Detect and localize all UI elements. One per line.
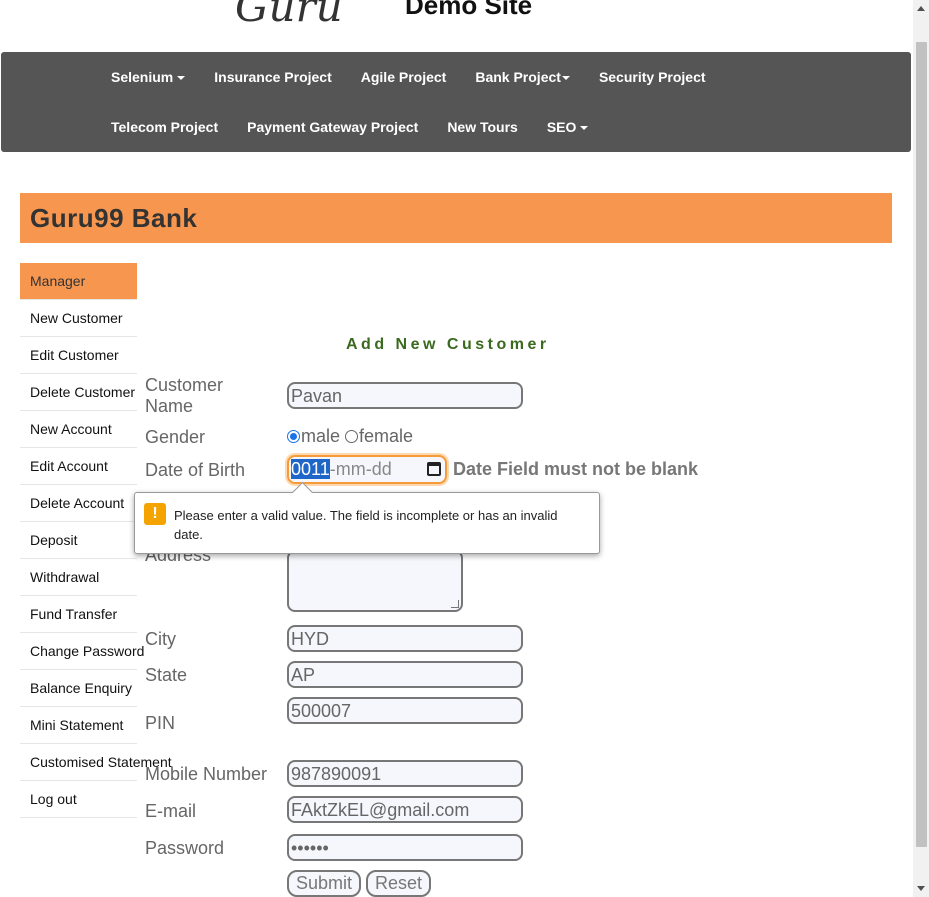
gender-radio-group: male female xyxy=(287,426,413,447)
city-input[interactable]: HYD xyxy=(287,625,523,652)
sidebar-item-balance-enquiry[interactable]: Balance Enquiry xyxy=(20,670,137,707)
gender-male-radio[interactable] xyxy=(287,430,300,443)
page-title: Guru99 Bank xyxy=(30,203,198,233)
email-input[interactable]: FAktZkEL@gmail.com xyxy=(287,796,523,823)
chevron-down-icon xyxy=(561,76,570,81)
nav-seo[interactable]: SEO xyxy=(547,119,604,135)
nav-insurance-project[interactable]: Insurance Project xyxy=(214,69,347,85)
vertical-scrollbar[interactable] xyxy=(913,0,929,897)
gender-female-radio[interactable] xyxy=(345,430,359,443)
sidebar-item-edit-account[interactable]: Edit Account xyxy=(20,448,137,485)
customer-name-input[interactable]: Pavan xyxy=(287,382,523,409)
sidebar-item-deposit[interactable]: Deposit xyxy=(20,522,137,559)
site-title: Demo Site xyxy=(405,0,533,20)
reset-button[interactable]: Reset xyxy=(366,870,431,897)
dob-date-input[interactable]: 0011-mm-dd xyxy=(287,455,447,484)
nav-telecom-project[interactable]: Telecom Project xyxy=(111,119,233,135)
sidebar-item-log-out[interactable]: Log out xyxy=(20,781,137,818)
validation-tooltip-text: Please enter a valid value. The field is… xyxy=(174,508,558,542)
state-input[interactable]: AP xyxy=(287,661,523,688)
chevron-down-icon xyxy=(580,126,589,131)
submit-button[interactable]: Submit xyxy=(287,870,361,897)
email-label: E-mail xyxy=(145,801,197,821)
sidebar-item-withdrawal[interactable]: Withdrawal xyxy=(20,559,137,596)
sidebar-item-mini-statement[interactable]: Mini Statement xyxy=(20,707,137,744)
sidebar-item-edit-customer[interactable]: Edit Customer xyxy=(20,337,137,374)
sidebar-item-new-customer[interactable]: New Customer xyxy=(20,300,137,337)
scroll-up-arrow-icon[interactable] xyxy=(917,6,925,11)
dob-label: Date of Birth xyxy=(145,460,246,480)
password-label: Password xyxy=(145,838,225,858)
dob-error-message: Date Field must not be blank xyxy=(453,459,699,479)
customer-name-label: Customer Name xyxy=(145,375,224,416)
pin-input[interactable]: 500007 xyxy=(287,697,523,724)
nav-selenium[interactable]: Selenium xyxy=(111,69,200,85)
dob-year-segment[interactable]: 0011 xyxy=(291,459,330,479)
chevron-down-icon xyxy=(177,76,186,81)
gender-female-label: female xyxy=(359,426,414,446)
mobile-number-input[interactable]: 987890091 xyxy=(287,760,523,787)
sidebar-item-delete-customer[interactable]: Delete Customer xyxy=(20,374,137,411)
scroll-down-arrow-icon[interactable] xyxy=(917,886,925,891)
dob-month-day-segment[interactable]: -mm-dd xyxy=(330,459,392,479)
nav-security-project[interactable]: Security Project xyxy=(599,69,721,85)
sidebar-item-fund-transfer[interactable]: Fund Transfer xyxy=(20,596,137,633)
site-logo: Guru xyxy=(235,0,343,31)
pin-label: PIN xyxy=(145,713,176,733)
sidebar-item-delete-account[interactable]: Delete Account xyxy=(20,485,137,522)
nav-bank-project[interactable]: Bank Project xyxy=(475,69,585,85)
city-label: City xyxy=(145,629,176,649)
sidebar-item-customised-statement[interactable]: Customised Statement xyxy=(20,744,172,781)
nav-new-tours[interactable]: New Tours xyxy=(447,119,533,135)
gender-male-label: male xyxy=(301,426,341,446)
sidebar: Manager New Customer Edit Customer Delet… xyxy=(20,263,172,818)
calendar-icon[interactable] xyxy=(427,462,441,476)
top-navbar: Selenium Insurance Project Agile Project… xyxy=(1,52,911,152)
form-title: Add New Customer xyxy=(346,336,550,353)
sidebar-item-manager[interactable]: Manager xyxy=(20,263,137,300)
address-textarea[interactable] xyxy=(287,550,463,612)
sidebar-item-new-account[interactable]: New Account xyxy=(20,411,137,448)
mobile-number-label: Mobile Number xyxy=(145,764,268,784)
scrollbar-thumb[interactable] xyxy=(916,42,927,847)
sidebar-item-change-password[interactable]: Change Password xyxy=(20,633,144,670)
validation-tooltip: ! Please enter a valid value. The field … xyxy=(134,492,600,554)
nav-agile-project[interactable]: Agile Project xyxy=(361,69,462,85)
warning-icon: ! xyxy=(144,503,166,525)
bank-header: Guru99 Bank xyxy=(20,193,892,243)
state-label: State xyxy=(145,665,188,685)
nav-payment-gateway-project[interactable]: Payment Gateway Project xyxy=(247,119,433,135)
password-input[interactable]: •••••• xyxy=(287,834,523,861)
gender-label: Gender xyxy=(145,427,206,447)
resize-grip-icon[interactable] xyxy=(451,600,459,608)
